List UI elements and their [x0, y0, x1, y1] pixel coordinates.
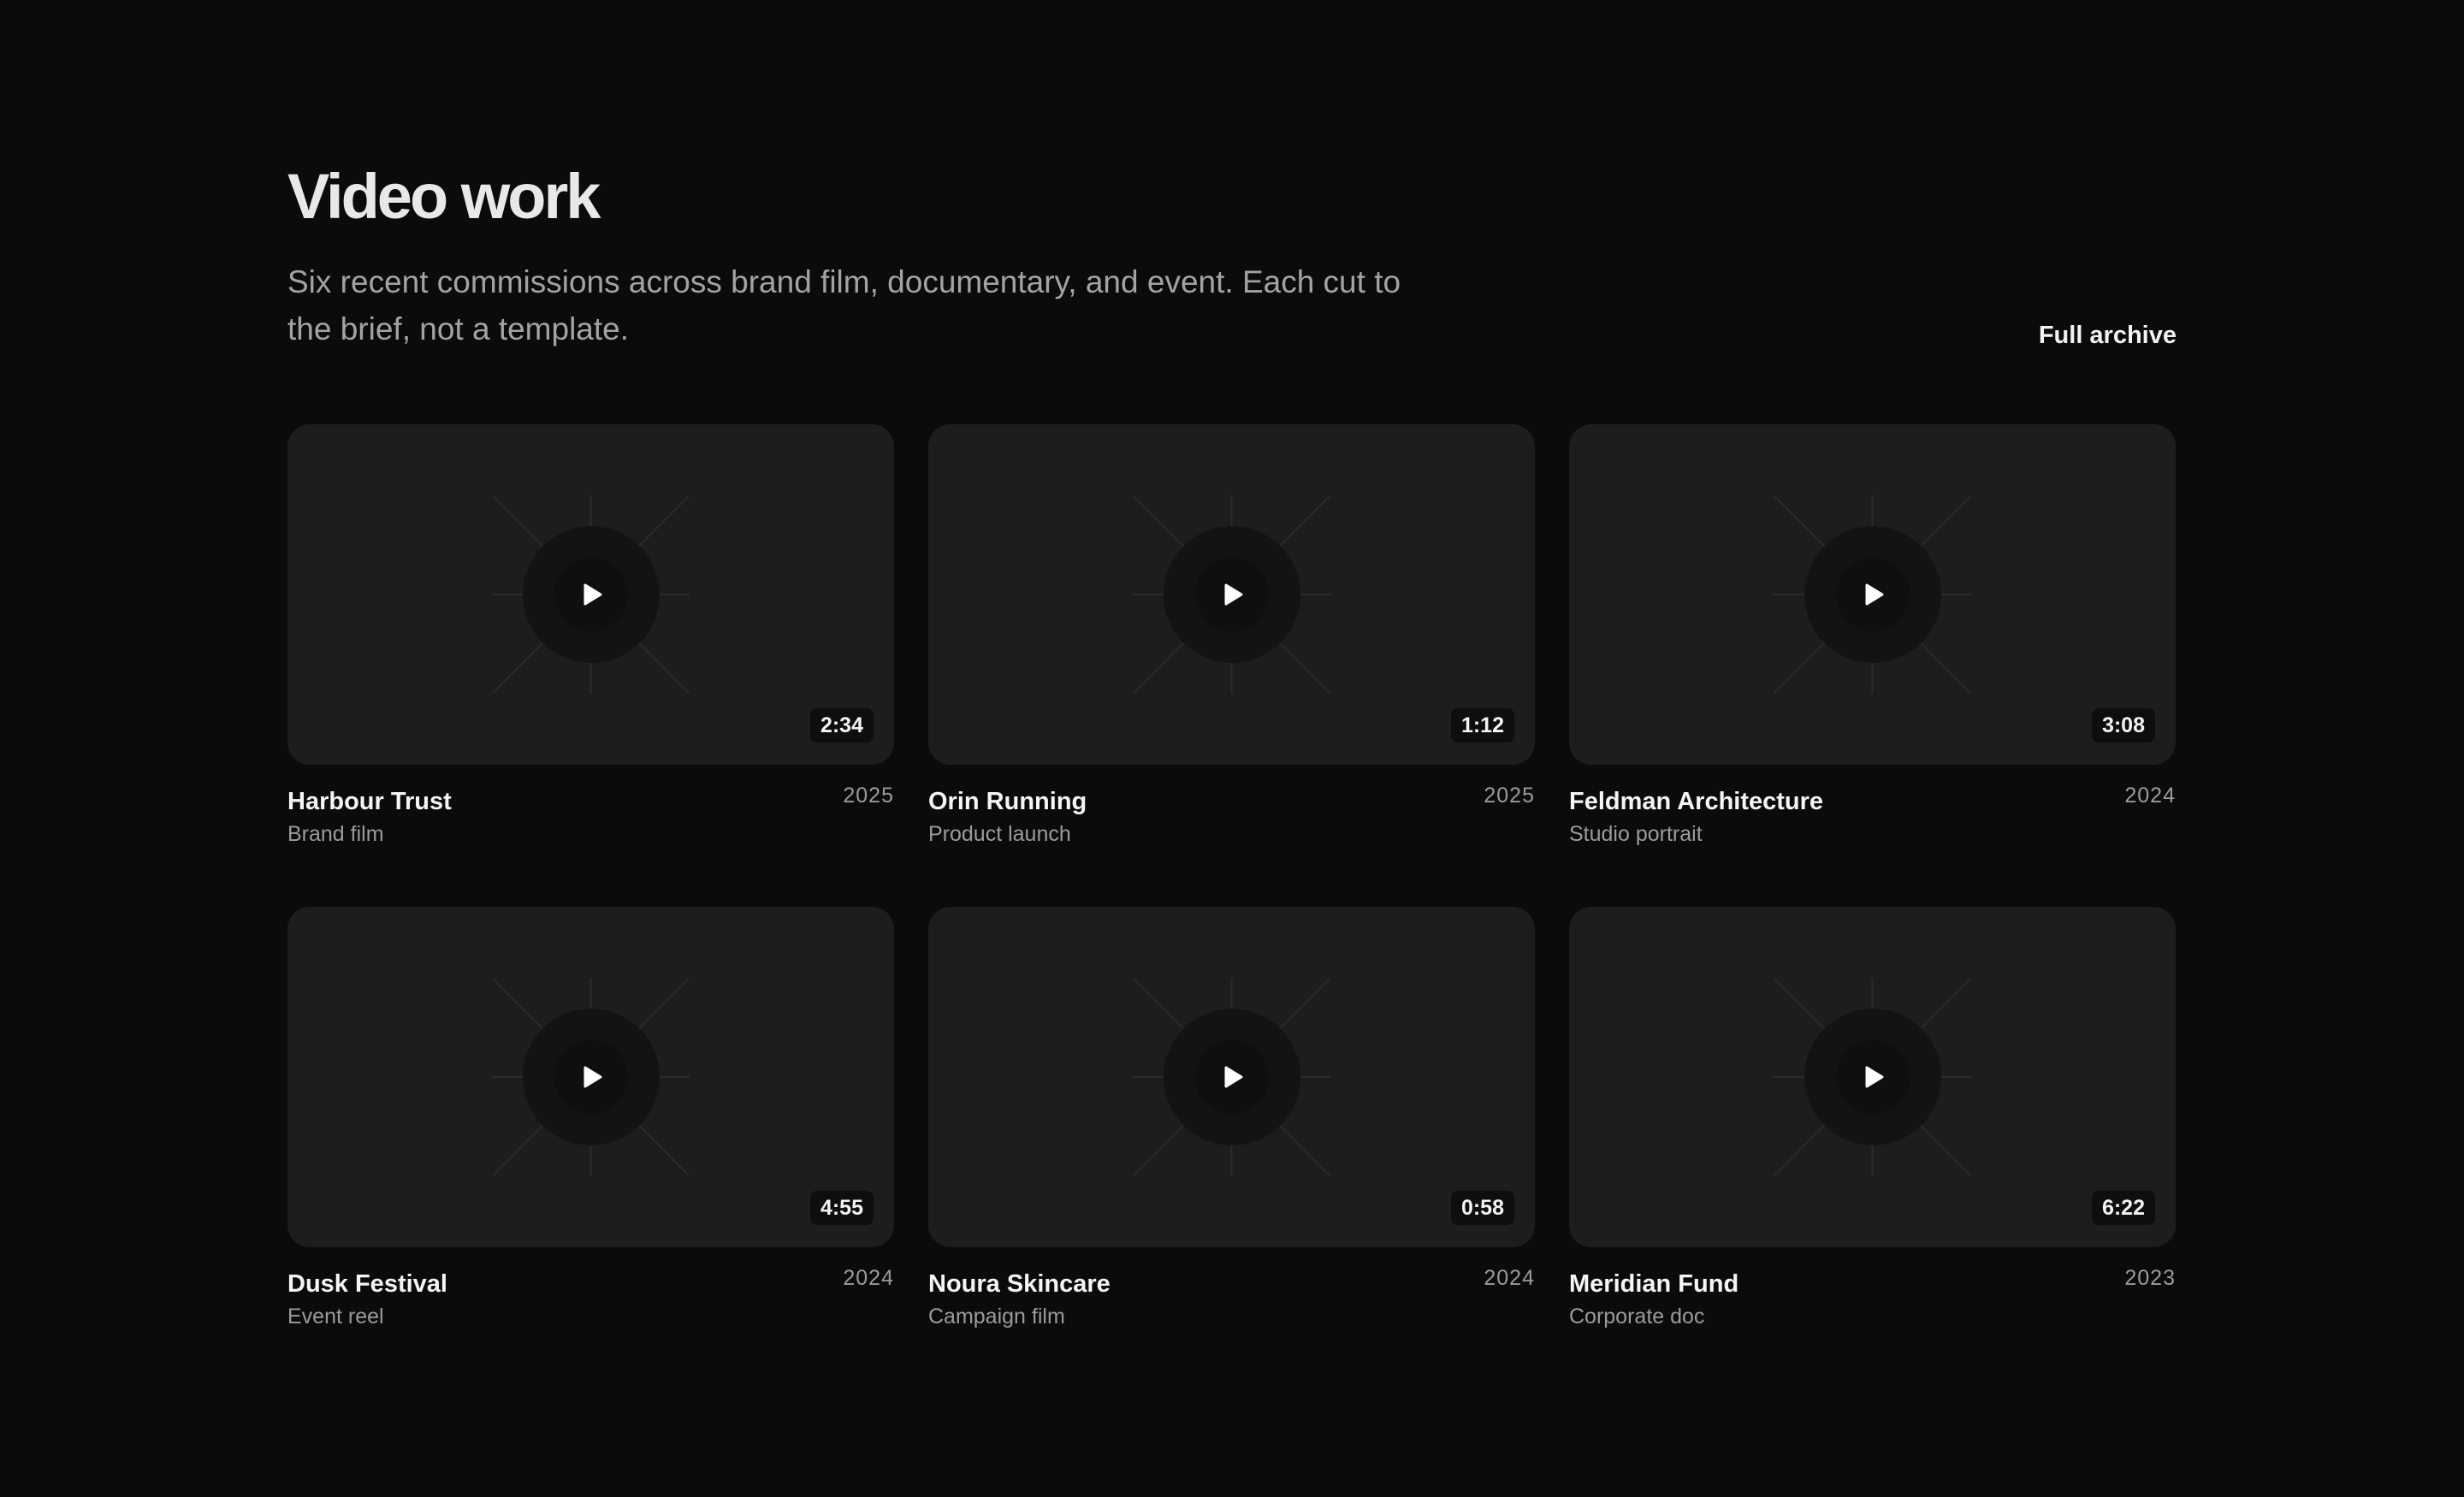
video-meta: Orin Running Product launch 2025: [928, 784, 1535, 850]
client-name: Noura Skincare: [928, 1270, 1111, 1298]
play-button-inner: [554, 1040, 628, 1114]
duration-badge: 1:12: [1450, 708, 1514, 743]
video-thumbnail[interactable]: 0:58: [928, 907, 1535, 1247]
video-type: Brand film: [287, 822, 384, 846]
video-card[interactable]: 3:08 Feldman Architecture Studio portrai…: [1569, 424, 2176, 850]
client-name: Feldman Architecture: [1569, 788, 1824, 815]
duration-badge: 6:22: [2091, 1191, 2155, 1225]
video-year: 2025: [843, 784, 894, 808]
duration-badge: 2:34: [809, 708, 874, 743]
play-button[interactable]: [522, 1009, 660, 1145]
play-icon: [583, 1066, 601, 1088]
video-year: 2023: [2124, 1266, 2176, 1290]
video-type: Product launch: [928, 822, 1071, 846]
video-thumbnail[interactable]: 4:55: [287, 907, 894, 1247]
play-button[interactable]: [1163, 1009, 1300, 1145]
video-year: 2024: [2124, 784, 2176, 808]
video-year: 2024: [1484, 1266, 1535, 1290]
video-meta: Harbour Trust Brand film 2025: [287, 784, 894, 850]
play-button-inner: [1835, 1040, 1910, 1114]
play-button[interactable]: [1804, 526, 1941, 663]
video-thumbnail[interactable]: 3:08: [1569, 424, 2176, 765]
play-icon: [1224, 1066, 1242, 1088]
client-name: Harbour Trust: [287, 788, 452, 815]
video-card[interactable]: 0:58 Noura Skincare Campaign film 2024: [928, 907, 1535, 1333]
play-button-inner: [1194, 1040, 1269, 1114]
video-meta: Noura Skincare Campaign film 2024: [928, 1266, 1535, 1333]
page: Video work Six recent commissions across…: [0, 0, 2464, 1497]
video-card[interactable]: 2:34 Harbour Trust Brand film 2025: [287, 424, 894, 850]
video-thumbnail[interactable]: 6:22: [1569, 907, 2176, 1247]
play-button[interactable]: [522, 526, 660, 663]
play-button-inner: [554, 558, 628, 631]
video-card[interactable]: 6:22 Meridian Fund Corporate doc 2023: [1569, 907, 2176, 1333]
video-year: 2025: [1484, 784, 1535, 808]
play-button-inner: [1194, 558, 1269, 631]
video-grid: 2:34 Harbour Trust Brand film 2025 1:12 …: [287, 424, 2177, 1333]
client-name: Meridian Fund: [1569, 1270, 1739, 1298]
video-type: Corporate doc: [1569, 1305, 1705, 1328]
video-type: Studio portrait: [1569, 822, 1703, 846]
video-year: 2024: [843, 1266, 894, 1290]
duration-badge: 0:58: [1450, 1191, 1514, 1225]
play-icon: [1865, 583, 1883, 606]
play-icon: [1224, 583, 1242, 606]
play-icon: [1865, 1066, 1883, 1088]
play-button-inner: [1835, 558, 1910, 631]
video-type: Campaign film: [928, 1305, 1065, 1328]
play-button[interactable]: [1163, 526, 1300, 663]
full-archive-link[interactable]: Full archive: [2039, 322, 2177, 350]
duration-badge: 3:08: [2091, 708, 2155, 743]
video-meta: Meridian Fund Corporate doc 2023: [1569, 1266, 2176, 1333]
client-name: Dusk Festival: [287, 1270, 447, 1298]
page-title: Video work: [287, 161, 601, 232]
video-meta: Dusk Festival Event reel 2024: [287, 1266, 894, 1333]
section-header: Video work Six recent commissions across…: [287, 159, 2177, 352]
video-card[interactable]: 4:55 Dusk Festival Event reel 2024: [287, 907, 894, 1333]
video-thumbnail[interactable]: 1:12: [928, 424, 1535, 765]
play-button[interactable]: [1804, 1009, 1941, 1145]
duration-badge: 4:55: [809, 1191, 874, 1225]
client-name: Orin Running: [928, 788, 1087, 815]
page-subtitle: Six recent commissions across brand film…: [287, 264, 1401, 346]
video-thumbnail[interactable]: 2:34: [287, 424, 894, 765]
video-type: Event reel: [287, 1305, 384, 1328]
video-card[interactable]: 1:12 Orin Running Product launch 2025: [928, 424, 1535, 850]
video-meta: Feldman Architecture Studio portrait 202…: [1569, 784, 2176, 850]
play-icon: [583, 583, 601, 606]
